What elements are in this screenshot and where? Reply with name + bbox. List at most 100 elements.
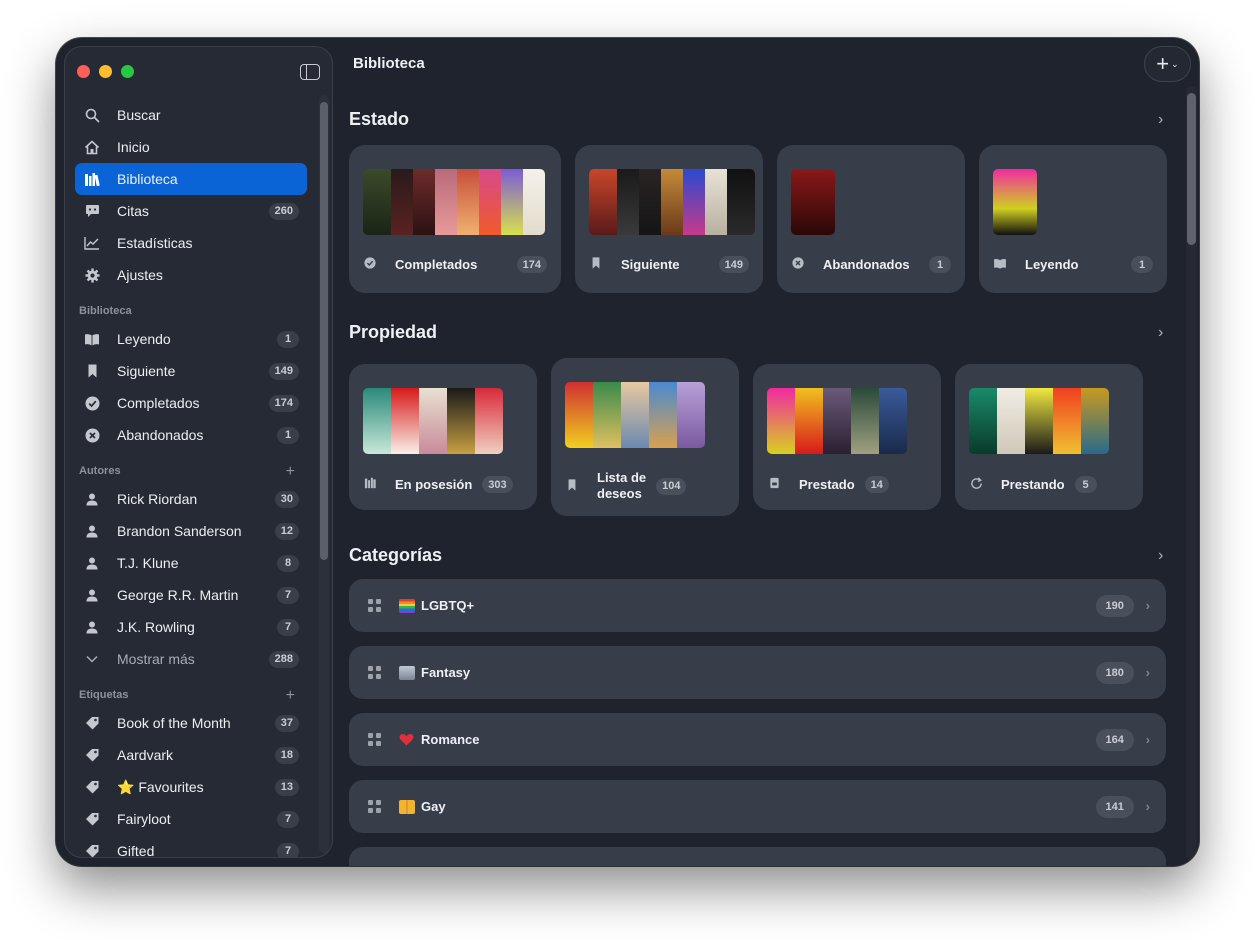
count-badge: 30 (274, 490, 299, 508)
library-icon (83, 172, 101, 187)
book-covers-stack (363, 388, 503, 454)
book-covers-stack (969, 388, 1109, 454)
count-badge: 288 (268, 650, 299, 668)
status-card-completados[interactable]: Completados 174 (349, 145, 561, 293)
count-badge: 37 (274, 714, 299, 732)
sidebar-item-buscar[interactable]: Buscar (75, 99, 307, 131)
category-row-gay[interactable]: Gay 141 › (349, 780, 1166, 833)
status-card-abandonados[interactable]: Abandonados 1 (777, 145, 965, 293)
sidebar-item-author[interactable]: Brandon Sanderson 12 (75, 515, 307, 547)
sidebar-item-author[interactable]: J.K. Rowling 7 (75, 611, 307, 643)
app-window: Buscar Inicio Biblioteca Citas 260 Estad… (56, 38, 1199, 866)
sidebar-item-tag[interactable]: Gifted 7 (75, 835, 307, 857)
sidebar-item-inicio[interactable]: Inicio (75, 131, 307, 163)
book-cover (683, 169, 705, 235)
book-cover (639, 169, 661, 235)
sidebar-item-tag[interactable]: ⭐ Favourites 13 (75, 771, 307, 803)
section-title-categorias: Categorías (349, 545, 443, 565)
category-row-lgbtq[interactable]: LGBTQ+ 190 › (349, 579, 1166, 632)
sidebar-item-label: Inicio (117, 139, 150, 155)
checkmark-circle-icon (83, 396, 101, 411)
minimize-window-button[interactable] (99, 65, 112, 78)
sidebar-item-completados[interactable]: Completados 174 (75, 387, 307, 419)
status-card-leyendo[interactable]: Leyendo 1 (979, 145, 1167, 293)
sidebar-item-label: Book of the Month (117, 715, 231, 731)
book-covers-stack (565, 382, 705, 448)
magnifier-icon (83, 108, 101, 123)
count-badge: 13 (274, 778, 299, 796)
category-row-partial[interactable] (349, 847, 1166, 866)
bookmark-icon (565, 478, 579, 494)
book-cover (795, 388, 823, 454)
main-scrollbar[interactable] (1187, 93, 1196, 245)
sidebar-item-citas[interactable]: Citas 260 (75, 195, 307, 227)
sidebar-item-estadisticas[interactable]: Estadísticas (75, 227, 307, 259)
book-cover (621, 382, 649, 448)
card-label: En posesión (395, 477, 473, 492)
sidebar-item-label: J.K. Rowling (117, 619, 195, 635)
sidebar-item-label: Ajustes (117, 267, 163, 283)
person-icon (83, 525, 101, 538)
sidebar-nav: Buscar Inicio Biblioteca Citas 260 Estad… (75, 99, 307, 857)
show-more-authors-button[interactable]: Mostrar más 288 (75, 643, 307, 675)
zoom-window-button[interactable] (121, 65, 134, 78)
status-card-siguiente[interactable]: Siguiente 149 (575, 145, 763, 293)
close-window-button[interactable] (77, 65, 90, 78)
sidebar-scrollbar[interactable] (320, 102, 328, 560)
book-cover (705, 169, 727, 235)
add-author-button[interactable]: + (286, 464, 295, 480)
main-content: Biblioteca + ⌄ Estado › Completados 174 … (333, 38, 1199, 866)
card-footer: Completados 174 (363, 256, 547, 273)
tag-icon (83, 716, 101, 731)
person-icon (83, 493, 101, 506)
chevron-right-icon: › (1145, 665, 1150, 680)
estado-chevron-right-icon[interactable]: › (1158, 111, 1163, 129)
card-footer: Abandonados 1 (791, 256, 951, 273)
grid-icon (368, 800, 381, 813)
category-row-romance[interactable]: Romance 164 › (349, 713, 1166, 766)
sidebar-item-biblioteca[interactable]: Biblioteca (75, 163, 307, 195)
sidebar-item-leyendo[interactable]: Leyendo 1 (75, 323, 307, 355)
person-icon (83, 621, 101, 634)
chevron-down-icon (83, 655, 101, 663)
sidebar-item-ajustes[interactable]: Ajustes (75, 259, 307, 291)
card-label: Leyendo (1025, 257, 1079, 272)
book-cover (565, 382, 593, 448)
add-tag-button[interactable]: + (286, 688, 295, 704)
section-title-propiedad: Propiedad (349, 322, 438, 342)
chevron-right-icon: › (1145, 799, 1150, 814)
show-more-label: Mostrar más (117, 651, 195, 667)
sidebar-item-tag[interactable]: Aardvark 18 (75, 739, 307, 771)
sidebar-item-tag[interactable]: Book of the Month 37 (75, 707, 307, 739)
tag-icon (83, 844, 101, 857)
propiedad-chevron-right-icon[interactable]: › (1158, 324, 1163, 342)
sidebar-item-author[interactable]: George R.R. Martin 7 (75, 579, 307, 611)
count-badge: 14 (864, 476, 889, 493)
count-badge: 164 (1095, 728, 1134, 751)
categorias-chevron-right-icon[interactable]: › (1158, 547, 1163, 565)
book-cover (479, 169, 501, 235)
add-book-button[interactable]: + ⌄ (1144, 46, 1191, 82)
sidebar-item-siguiente[interactable]: Siguiente 149 (75, 355, 307, 387)
sidebar-item-abandonados[interactable]: Abandonados 1 (75, 419, 307, 451)
card-footer: Siguiente 149 (589, 256, 749, 273)
book-cover (523, 169, 545, 235)
book-cover (767, 388, 795, 454)
ownership-card-prestando[interactable]: Prestando 5 (955, 364, 1143, 510)
ownership-card-en-posesion[interactable]: En posesión 303 (349, 364, 537, 510)
book-cover (501, 169, 523, 235)
category-row-fantasy[interactable]: Fantasy 180 › (349, 646, 1166, 699)
open-book-icon (993, 258, 1007, 272)
x-circle-icon (83, 428, 101, 443)
grid-icon (368, 599, 381, 612)
bookmark-icon (589, 257, 603, 272)
chart-line-icon (83, 236, 101, 250)
sidebar-item-tag[interactable]: Fairyloot 7 (75, 803, 307, 835)
book-cover (851, 388, 879, 454)
sidebar-toggle-icon[interactable] (300, 64, 320, 80)
ownership-card-lista-de-deseos[interactable]: Lista de deseos 104 (551, 358, 739, 516)
sidebar-item-author[interactable]: T.J. Klune 8 (75, 547, 307, 579)
sidebar-item-author[interactable]: Rick Riordan 30 (75, 483, 307, 515)
book-covers-stack (589, 169, 755, 235)
ownership-card-prestado[interactable]: Prestado 14 (753, 364, 941, 510)
